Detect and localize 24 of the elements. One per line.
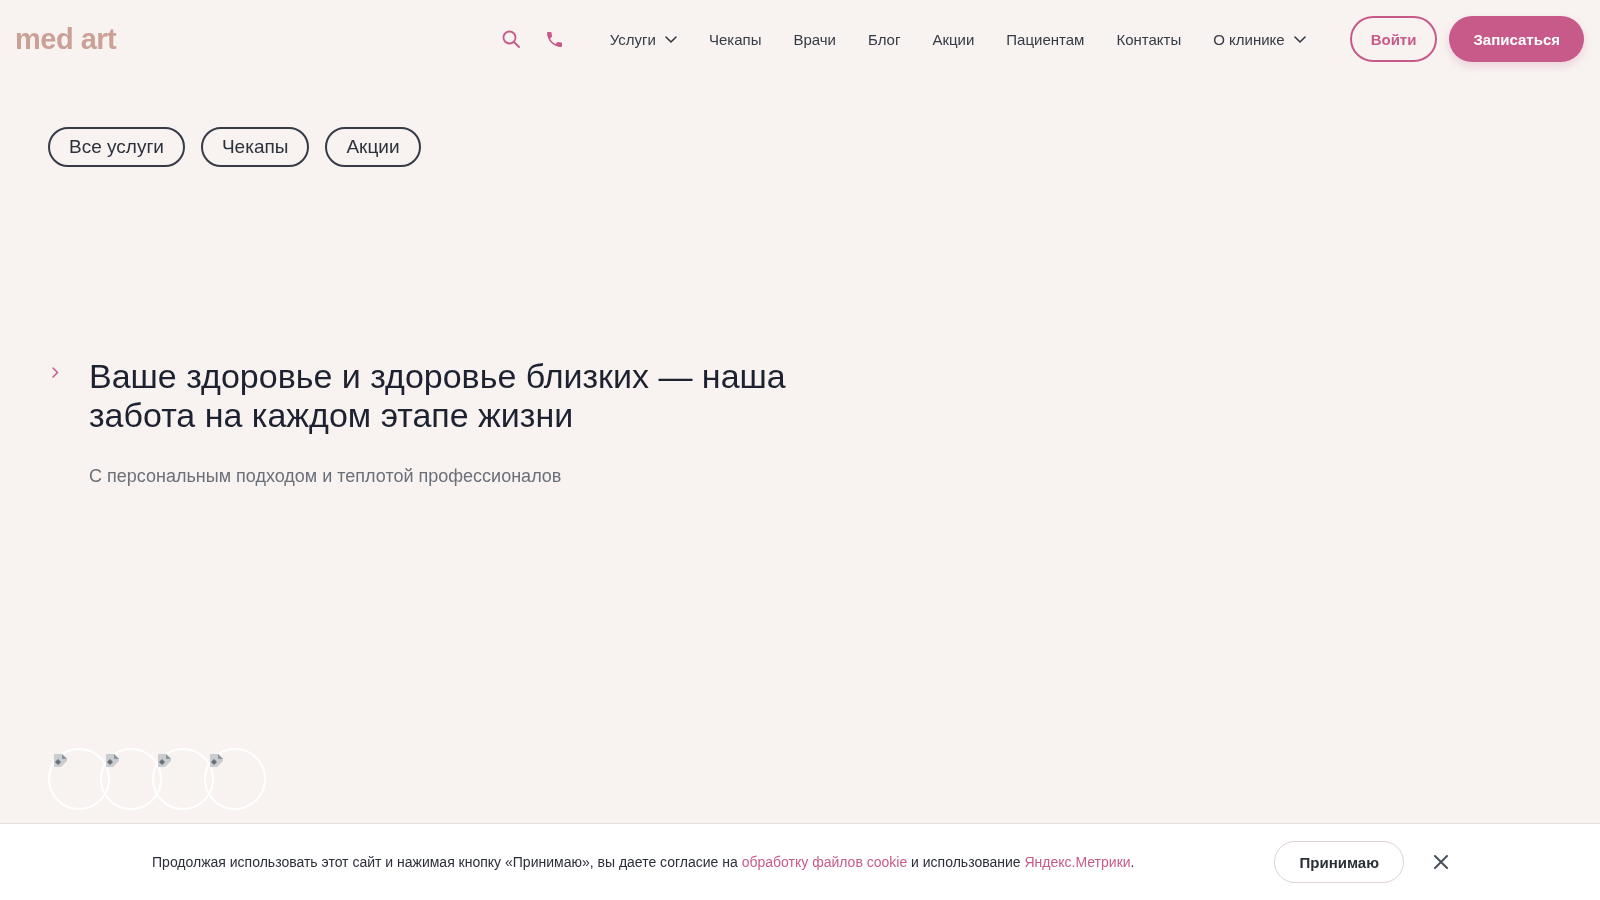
signup-button[interactable]: Записаться <box>1449 16 1584 62</box>
hero-subtitle: С персональным подходом и теплотой профессионалов <box>89 465 563 487</box>
nav-link[interactable]: Блог <box>868 30 901 48</box>
cookie-link[interactable]: Яндекс.Метрики <box>1024 854 1131 870</box>
filter-chip[interactable]: Все услуги <box>48 127 185 167</box>
nav-link[interactable]: Акции <box>932 30 975 48</box>
accept-button[interactable]: Принимаю <box>1274 841 1404 883</box>
phone-icon[interactable] <box>546 31 562 47</box>
hero-title: Ваше здоровье и здоровье близких — наша забота на каждом этапе жизни <box>89 357 787 435</box>
nav-link[interactable]: Пациентам <box>1006 30 1085 48</box>
cookie-notice-text: Продолжая использовать этот сайт и нажимая кнопку «Принимаю», вы даете согласие на обработку файлов cookie и использование Яндекс.Метрики. <box>152 854 1135 870</box>
nav-link[interactable]: Услуги <box>609 30 677 48</box>
close-button[interactable] <box>1433 855 1448 869</box>
cookie-link[interactable]: обработку файлов cookie <box>741 854 908 870</box>
filter-chip[interactable]: Акции <box>325 127 421 167</box>
search-icon[interactable] <box>501 30 520 48</box>
nav-link[interactable]: Чекапы <box>708 30 762 48</box>
chevron-right-icon <box>52 367 59 378</box>
nav-link[interactable]: Врачи <box>793 30 836 48</box>
close-icon <box>1433 855 1448 869</box>
login-button[interactable]: Войти <box>1349 16 1438 62</box>
nav-link[interactable]: О клинике <box>1213 30 1306 48</box>
filter-chip[interactable]: Чекапы <box>200 127 310 167</box>
nav-link[interactable]: Контакты <box>1116 30 1182 48</box>
